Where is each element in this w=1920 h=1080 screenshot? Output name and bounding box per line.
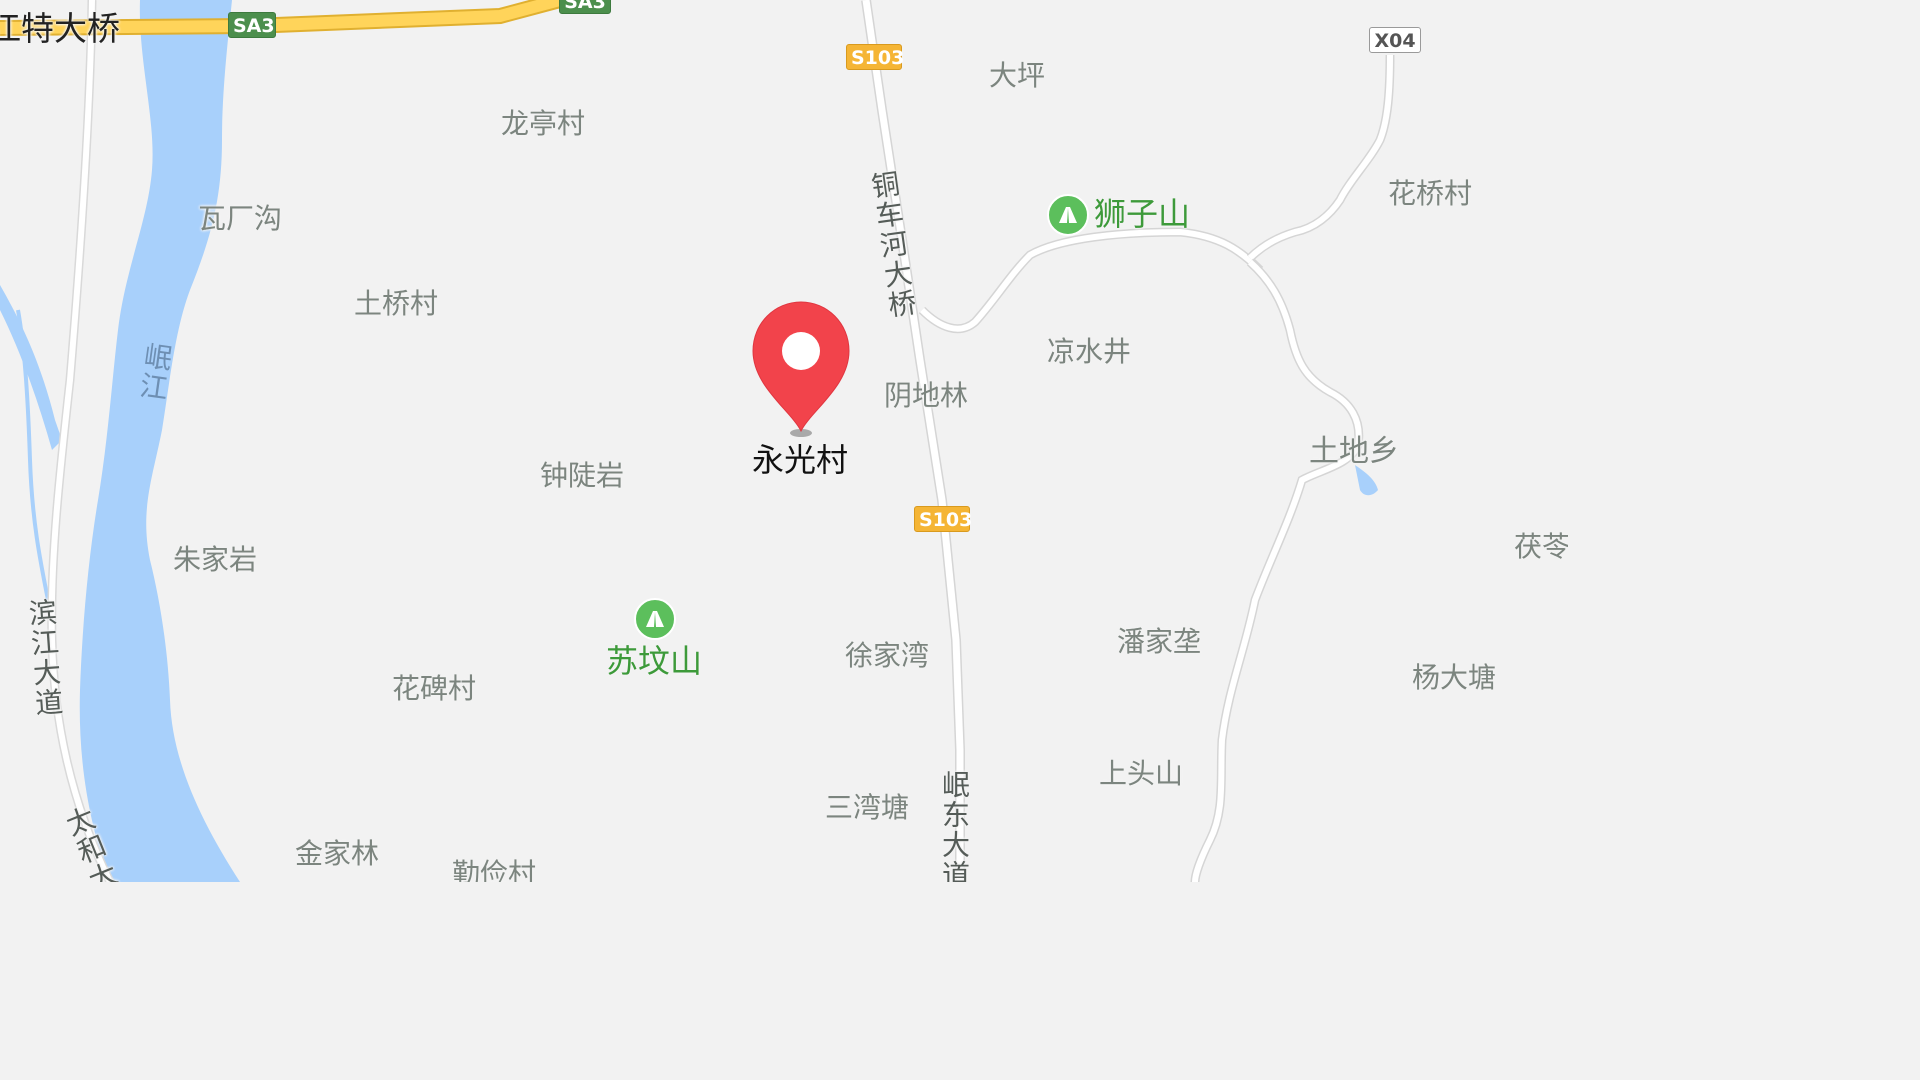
road-label-binjiang-avenue[interactable]: 滨江大道 [24,597,65,719]
bridge-label-jiangte[interactable]: 江特大桥 [0,12,120,45]
place-label-tudixiang[interactable]: 土地乡 [1309,437,1399,467]
road-label-mindong-avenue[interactable]: 岷东大道 [938,770,971,882]
pond [1355,465,1378,496]
place-label-huabeicun[interactable]: 花碑村 [392,675,476,703]
place-label-huaqiaocun[interactable]: 花桥村 [1388,180,1472,208]
place-label-longtingcun[interactable]: 龙亭村 [501,110,585,138]
map-pin-glyph [752,301,850,437]
mountain-icon[interactable] [634,598,676,640]
road-shield-s103-mid: S103 [914,506,972,532]
marker-label[interactable]: 永光村 [752,444,848,476]
peak-label-shizishan[interactable]: 狮子山 [1094,198,1190,230]
place-label-liangshuijing[interactable]: 凉水井 [1047,338,1131,366]
x04-road-fill [1247,54,1393,261]
mountain-icon[interactable] [1047,194,1089,236]
s103-road [861,0,965,882]
place-label-yindilin[interactable]: 阴地林 [884,382,968,410]
place-label-jinjialin[interactable]: 金家林 [295,840,379,868]
place-label-qinjiancun[interactable]: 勤俭村 [452,860,536,883]
place-label-tuqiaocun[interactable]: 土桥村 [354,290,438,318]
place-label-xujiawan[interactable]: 徐家湾 [845,642,929,670]
place-label-sanwantang[interactable]: 三湾塘 [825,794,909,822]
minjiang-river [79,0,240,882]
peak-label-suwenshan[interactable]: 苏坟山 [606,645,702,677]
s103-road-fill [862,0,964,882]
place-label-daping[interactable]: 大坪 [989,62,1045,90]
map-canvas[interactable]: SA3 SA3 S103 S103 X04 江特大桥 铜车河大桥 岷东大道 滨江… [0,0,1568,882]
place-label-zhongduoyan[interactable]: 钟陡岩 [540,462,624,490]
place-label-fuling[interactable]: 茯苓 [1514,533,1568,561]
map-pin-icon[interactable] [751,301,851,441]
place-label-zhujiayan[interactable]: 朱家岩 [173,546,257,574]
road-east-shizishan-fill [919,228,1263,332]
road-shield-sa3-top: SA3 [559,0,611,14]
road-east-shizishan [918,227,1264,334]
road-shield-sa3: SA3 [228,12,276,38]
road-south-tudi-fill [1192,259,1362,882]
road-shield-s103-top: S103 [846,44,904,70]
mountain-glyph [646,611,664,627]
place-label-panjiawa[interactable]: 潘家垄 [1117,628,1201,656]
place-label-yangdatang[interactable]: 杨大塘 [1412,664,1496,692]
mountain-glyph [1059,207,1077,223]
road-shield-x04: X04 [1369,27,1421,53]
place-label-wachanggou[interactable]: 瓦厂沟 [198,205,282,233]
water-channel-left [0,285,62,450]
river-label-minjiang[interactable]: 岷江 [134,340,175,404]
place-label-shangtoushan[interactable]: 上头山 [1099,760,1183,788]
